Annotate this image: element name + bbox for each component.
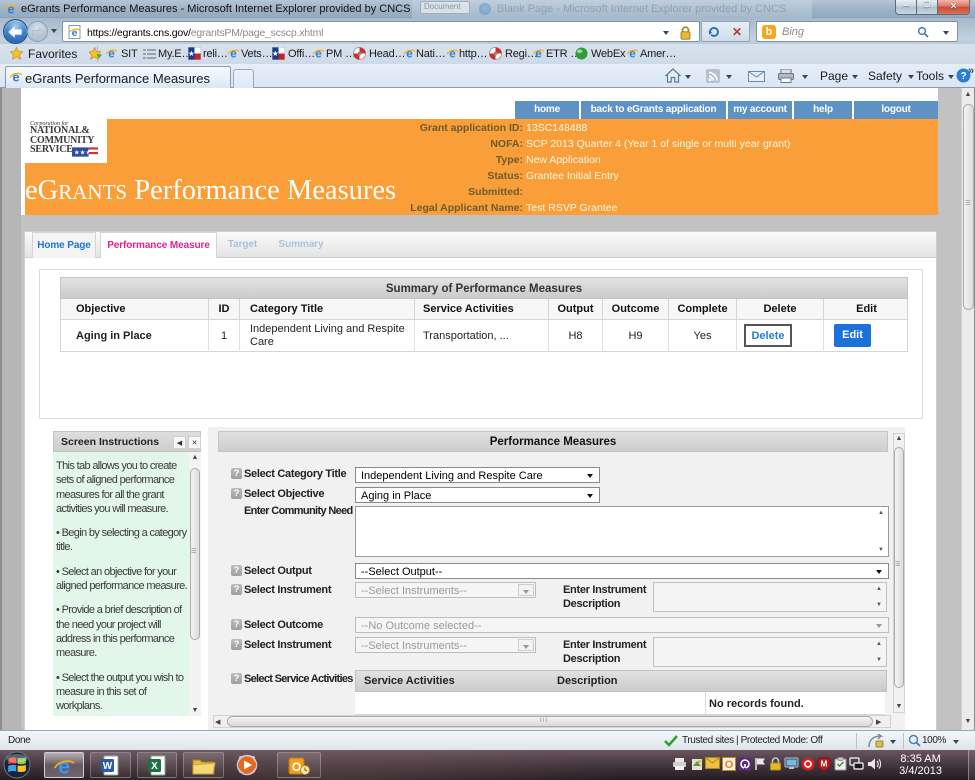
- svg-text:e: e: [12, 70, 19, 84]
- svg-text:e: e: [406, 48, 413, 60]
- svg-text:O: O: [292, 760, 301, 774]
- svg-text:e: e: [108, 48, 115, 60]
- svg-text:M: M: [820, 760, 827, 769]
- svg-text:★: ★: [188, 49, 195, 58]
- svg-text:e: e: [629, 48, 636, 60]
- svg-text:e: e: [449, 48, 456, 60]
- svg-text:e: e: [7, 2, 14, 16]
- svg-text:★: ★: [272, 49, 279, 58]
- svg-text:?: ?: [960, 71, 966, 82]
- svg-text:O: O: [724, 759, 733, 771]
- svg-text:e: e: [58, 755, 70, 777]
- svg-text:e: e: [535, 48, 542, 60]
- svg-text:W: W: [103, 761, 113, 772]
- svg-text:e: e: [230, 48, 237, 60]
- svg-text:e: e: [315, 48, 322, 60]
- svg-text:X: X: [151, 761, 158, 772]
